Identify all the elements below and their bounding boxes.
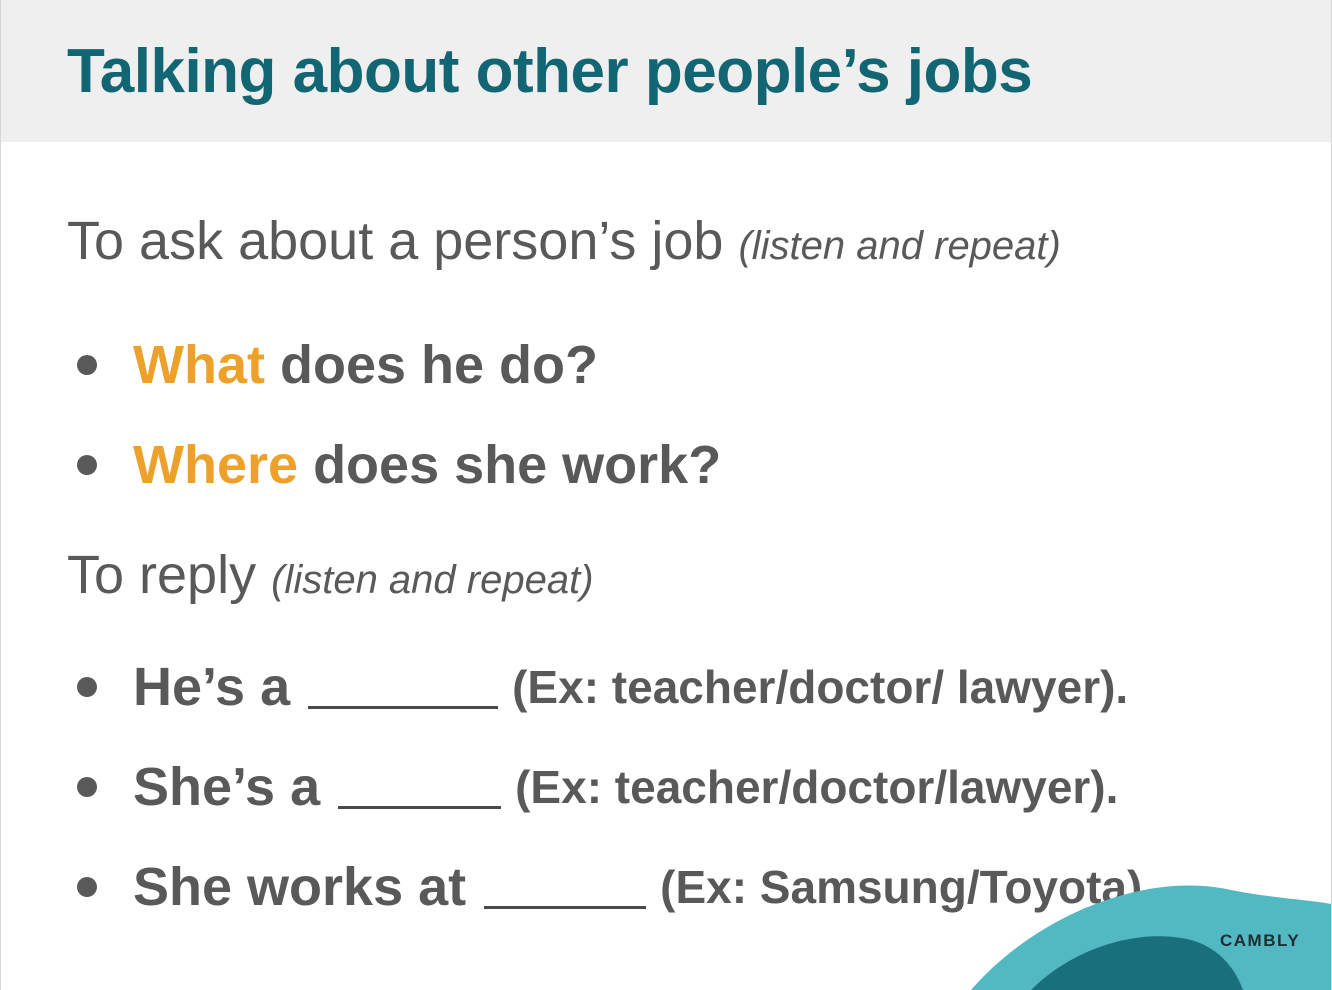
- reply-note: (listen and repeat): [271, 558, 594, 602]
- bullet-dot: [77, 877, 97, 897]
- reply-bullet-she: She’s a (Ex: teacher/doctor/lawyer).: [77, 756, 1118, 818]
- reply-intro-text: To reply: [67, 545, 257, 605]
- ask-bullet-where: Where does she work?: [77, 434, 721, 496]
- ask-bullet-what: What does he do?: [77, 334, 598, 396]
- lesson-slide: Talking about other people’s jobs To ask…: [0, 0, 1332, 990]
- reply-bullet-he: He’s a (Ex: teacher/doctor/ lawyer).: [77, 656, 1128, 718]
- question-rest: does she work?: [313, 435, 722, 495]
- reply-example: (Ex: teacher/doctor/ lawyer).: [512, 661, 1129, 713]
- bullet-dot: [77, 777, 97, 797]
- question-word: What: [133, 335, 265, 395]
- fill-in-blank: [308, 666, 499, 709]
- fill-in-blank: [338, 766, 502, 809]
- bullet-dot: [77, 455, 97, 475]
- reply-example: (Ex: teacher/doctor/lawyer).: [515, 761, 1119, 813]
- ask-note: (listen and repeat): [738, 224, 1061, 268]
- question-rest: does he do?: [279, 335, 598, 395]
- slide-title: Talking about other people’s jobs: [67, 37, 1033, 106]
- bullet-dot: [77, 677, 97, 697]
- brand-wordmark: CAMBLY: [1220, 931, 1301, 950]
- reply-lead: She works at: [133, 857, 467, 917]
- question-word: Where: [133, 435, 299, 495]
- reply-lead: She’s a: [133, 757, 321, 817]
- bullet-dot: [77, 355, 97, 375]
- ask-intro-text: To ask about a person’s job: [67, 211, 724, 271]
- reply-lead: He’s a: [133, 657, 291, 717]
- fill-in-blank: [484, 866, 647, 909]
- reply-intro: To reply (listen and repeat): [67, 544, 594, 606]
- ask-intro: To ask about a person’s job (listen and …: [67, 210, 1061, 272]
